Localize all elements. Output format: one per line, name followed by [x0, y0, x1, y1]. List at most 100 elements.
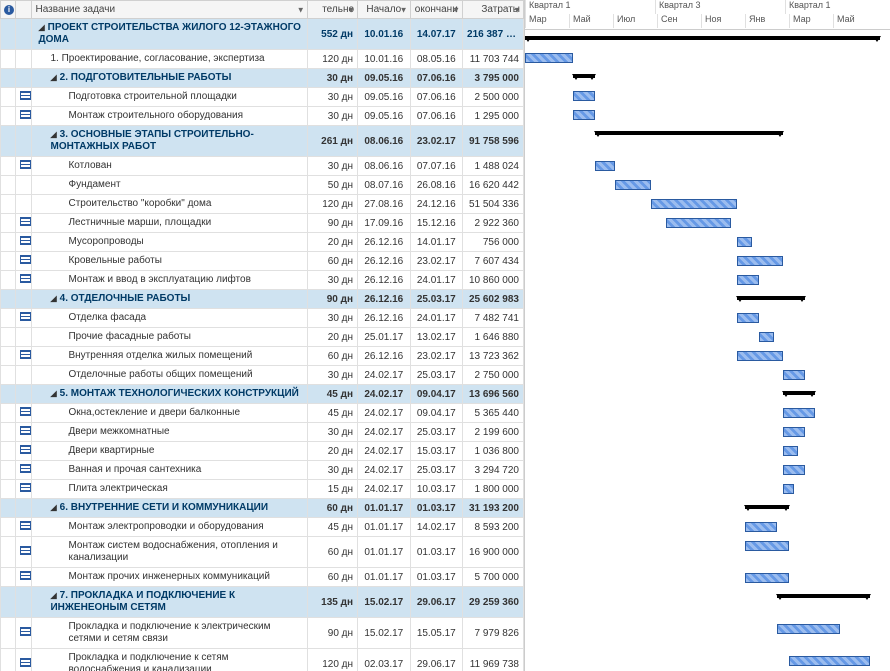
cell-cost: 1 800 000: [463, 480, 524, 499]
table-row[interactable]: Внутренняя отделка жилых помещений60 дн2…: [1, 347, 524, 366]
dropdown-icon[interactable]: ▼: [513, 5, 521, 14]
table-row[interactable]: ◢2. ПОДГОТОВИТЕЛЬНЫЕ РАБОТЫ30 дн09.05.16…: [1, 69, 524, 88]
task-name: Мусоропроводы: [68, 236, 143, 247]
gantt-chart[interactable]: [525, 30, 890, 671]
task-name: Фундамент: [68, 179, 120, 190]
table-row[interactable]: Двери межкомнатные30 дн24.02.1725.03.172…: [1, 423, 524, 442]
col-end[interactable]: окончани▼: [410, 1, 463, 19]
gantt-task-bar[interactable]: [783, 446, 798, 456]
gantt-summary-bar[interactable]: [777, 594, 870, 598]
gantt-task-bar[interactable]: [783, 370, 805, 380]
gantt-task-bar[interactable]: [745, 522, 777, 532]
table-row[interactable]: Строительство "коробки" дома120 дн27.08.…: [1, 195, 524, 214]
table-row[interactable]: Монтаж и ввод в эксплуатацию лифтов30 дн…: [1, 271, 524, 290]
table-row[interactable]: Кровельные работы60 дн26.12.1623.02.177 …: [1, 252, 524, 271]
gantt-task-bar[interactable]: [737, 351, 783, 361]
table-row[interactable]: Двери квартирные20 дн24.02.1715.03.171 0…: [1, 442, 524, 461]
gantt-summary-bar[interactable]: [573, 74, 595, 78]
table-row[interactable]: Прокладка и подключение к сетям водоснаб…: [1, 649, 524, 671]
dropdown-icon[interactable]: ▼: [452, 5, 460, 14]
cell-duration: 90 дн: [307, 214, 357, 233]
table-row[interactable]: ◢7. ПРОКЛАДКА И ПОДКЛЮЧЕНИЕ К ИНЖЕНЕОНЫМ…: [1, 587, 524, 618]
cell-end: 07.06.16: [410, 69, 463, 88]
cell-start: 24.02.17: [358, 461, 411, 480]
table-row[interactable]: Монтаж строительного оборудования30 дн09…: [1, 107, 524, 126]
gantt-task-bar[interactable]: [783, 484, 794, 494]
timeline-header: Квартал 1Квартал 3Квартал 1 МарМайИюлСен…: [525, 0, 890, 30]
table-row[interactable]: Прочие фасадные работы20 дн25.01.1713.02…: [1, 328, 524, 347]
gantt-task-bar[interactable]: [595, 161, 615, 171]
indicator-icon: [20, 407, 31, 416]
table-row[interactable]: ◢5. МОНТАЖ ТЕХНОЛОГИЧЕСКИХ КОНСТРУКЦИЙ45…: [1, 385, 524, 404]
gantt-task-bar[interactable]: [573, 110, 595, 120]
dropdown-icon[interactable]: ▼: [297, 5, 305, 14]
dropdown-icon[interactable]: ▼: [400, 5, 408, 14]
table-row[interactable]: Отделка фасада30 дн26.12.1624.01.177 482…: [1, 309, 524, 328]
task-name: Прочие фасадные работы: [68, 331, 190, 342]
table-row[interactable]: Котлован30 дн08.06.1607.07.161 488 024: [1, 157, 524, 176]
table-row[interactable]: ◢6. ВНУТРЕННИЕ СЕТИ И КОММУНИКАЦИИ60 дн0…: [1, 499, 524, 518]
cell-duration: 90 дн: [307, 290, 357, 309]
gantt-task-bar[interactable]: [783, 408, 815, 418]
table-row[interactable]: Монтаж систем водоснабжения, отопления и…: [1, 537, 524, 568]
col-duration[interactable]: тельно▼: [307, 1, 357, 19]
gantt-row: [525, 309, 890, 328]
collapse-icon[interactable]: ◢: [38, 23, 44, 33]
gantt-task-bar[interactable]: [737, 237, 752, 247]
dropdown-icon[interactable]: ▼: [347, 5, 355, 14]
collapse-icon[interactable]: ◢: [50, 294, 56, 304]
gantt-task-bar[interactable]: [783, 465, 805, 475]
gantt-summary-bar[interactable]: [783, 391, 815, 395]
col-cost[interactable]: Затраты▼: [463, 1, 524, 19]
table-row[interactable]: Окна,остекление и двери балконные45 дн24…: [1, 404, 524, 423]
gantt-task-bar[interactable]: [737, 256, 783, 266]
collapse-icon[interactable]: ◢: [50, 130, 56, 140]
cell-end: 01.03.17: [410, 537, 463, 568]
table-row[interactable]: Прокладка и подключение к электрическим …: [1, 618, 524, 649]
table-row[interactable]: Монтаж электропроводки и оборудования45 …: [1, 518, 524, 537]
gantt-task-bar[interactable]: [651, 199, 737, 209]
cell-cost: 1 488 024: [463, 157, 524, 176]
gantt-task-bar[interactable]: [789, 656, 870, 666]
gantt-summary-bar[interactable]: [595, 131, 783, 135]
gantt-summary-bar[interactable]: [737, 296, 805, 300]
gantt-summary-bar[interactable]: [525, 36, 880, 40]
cell-duration: 45 дн: [307, 385, 357, 404]
collapse-icon[interactable]: ◢: [50, 389, 56, 399]
table-row[interactable]: Ванная и прочая сантехника30 дн24.02.172…: [1, 461, 524, 480]
gantt-task-bar[interactable]: [777, 624, 840, 634]
table-row[interactable]: Подготовка строительной площадки30 дн09.…: [1, 88, 524, 107]
gantt-task-bar[interactable]: [737, 313, 759, 323]
cell-end: 23.02.17: [410, 126, 463, 157]
collapse-icon[interactable]: ◢: [50, 73, 56, 83]
month-label: Май: [569, 14, 591, 28]
table-row[interactable]: ◢ПРОЕКТ СТРОИТЕЛЬСТВА ЖИЛОГО 12-ЭТАЖНОГО…: [1, 19, 524, 50]
col-start[interactable]: Начало▼: [358, 1, 411, 19]
gantt-task-bar[interactable]: [745, 573, 789, 583]
gantt-task-bar[interactable]: [666, 218, 731, 228]
table-row[interactable]: ◢3. ОСНОВНЫЕ ЭТАПЫ СТРОИТЕЛЬНО-МОНТАЖНЫХ…: [1, 126, 524, 157]
collapse-icon[interactable]: ◢: [50, 503, 56, 513]
gantt-task-bar[interactable]: [573, 91, 595, 101]
gantt-task-bar[interactable]: [525, 53, 573, 63]
table-row[interactable]: Фундамент50 дн08.07.1626.08.1616 620 442: [1, 176, 524, 195]
task-name: Ванная и прочая сантехника: [68, 464, 201, 475]
gantt-task-bar[interactable]: [737, 275, 759, 285]
col-task[interactable]: Название задачи▼: [32, 1, 307, 19]
table-row[interactable]: Лестничные марши, площадки90 дн17.09.161…: [1, 214, 524, 233]
table-row[interactable]: Мусоропроводы20 дн26.12.1614.01.17756 00…: [1, 233, 524, 252]
table-row[interactable]: ◢4. ОТДЕЛОЧНЫЕ РАБОТЫ90 дн26.12.1625.03.…: [1, 290, 524, 309]
table-row[interactable]: Монтаж прочих инженерных коммуникаций60 …: [1, 568, 524, 587]
month-label: Мар: [525, 14, 547, 28]
col-indicator[interactable]: [15, 1, 32, 19]
collapse-icon[interactable]: ◢: [50, 591, 56, 601]
table-row[interactable]: Отделочные работы общих помещений30 дн24…: [1, 366, 524, 385]
gantt-task-bar[interactable]: [615, 180, 651, 190]
table-row[interactable]: Плита электрическая15 дн24.02.1710.03.17…: [1, 480, 524, 499]
gantt-task-bar[interactable]: [745, 541, 789, 551]
gantt-summary-bar[interactable]: [745, 505, 789, 509]
table-row[interactable]: 1. Проектирование, согласование, эксперт…: [1, 50, 524, 69]
gantt-task-bar[interactable]: [783, 427, 805, 437]
col-info[interactable]: i: [1, 1, 16, 19]
gantt-task-bar[interactable]: [759, 332, 774, 342]
